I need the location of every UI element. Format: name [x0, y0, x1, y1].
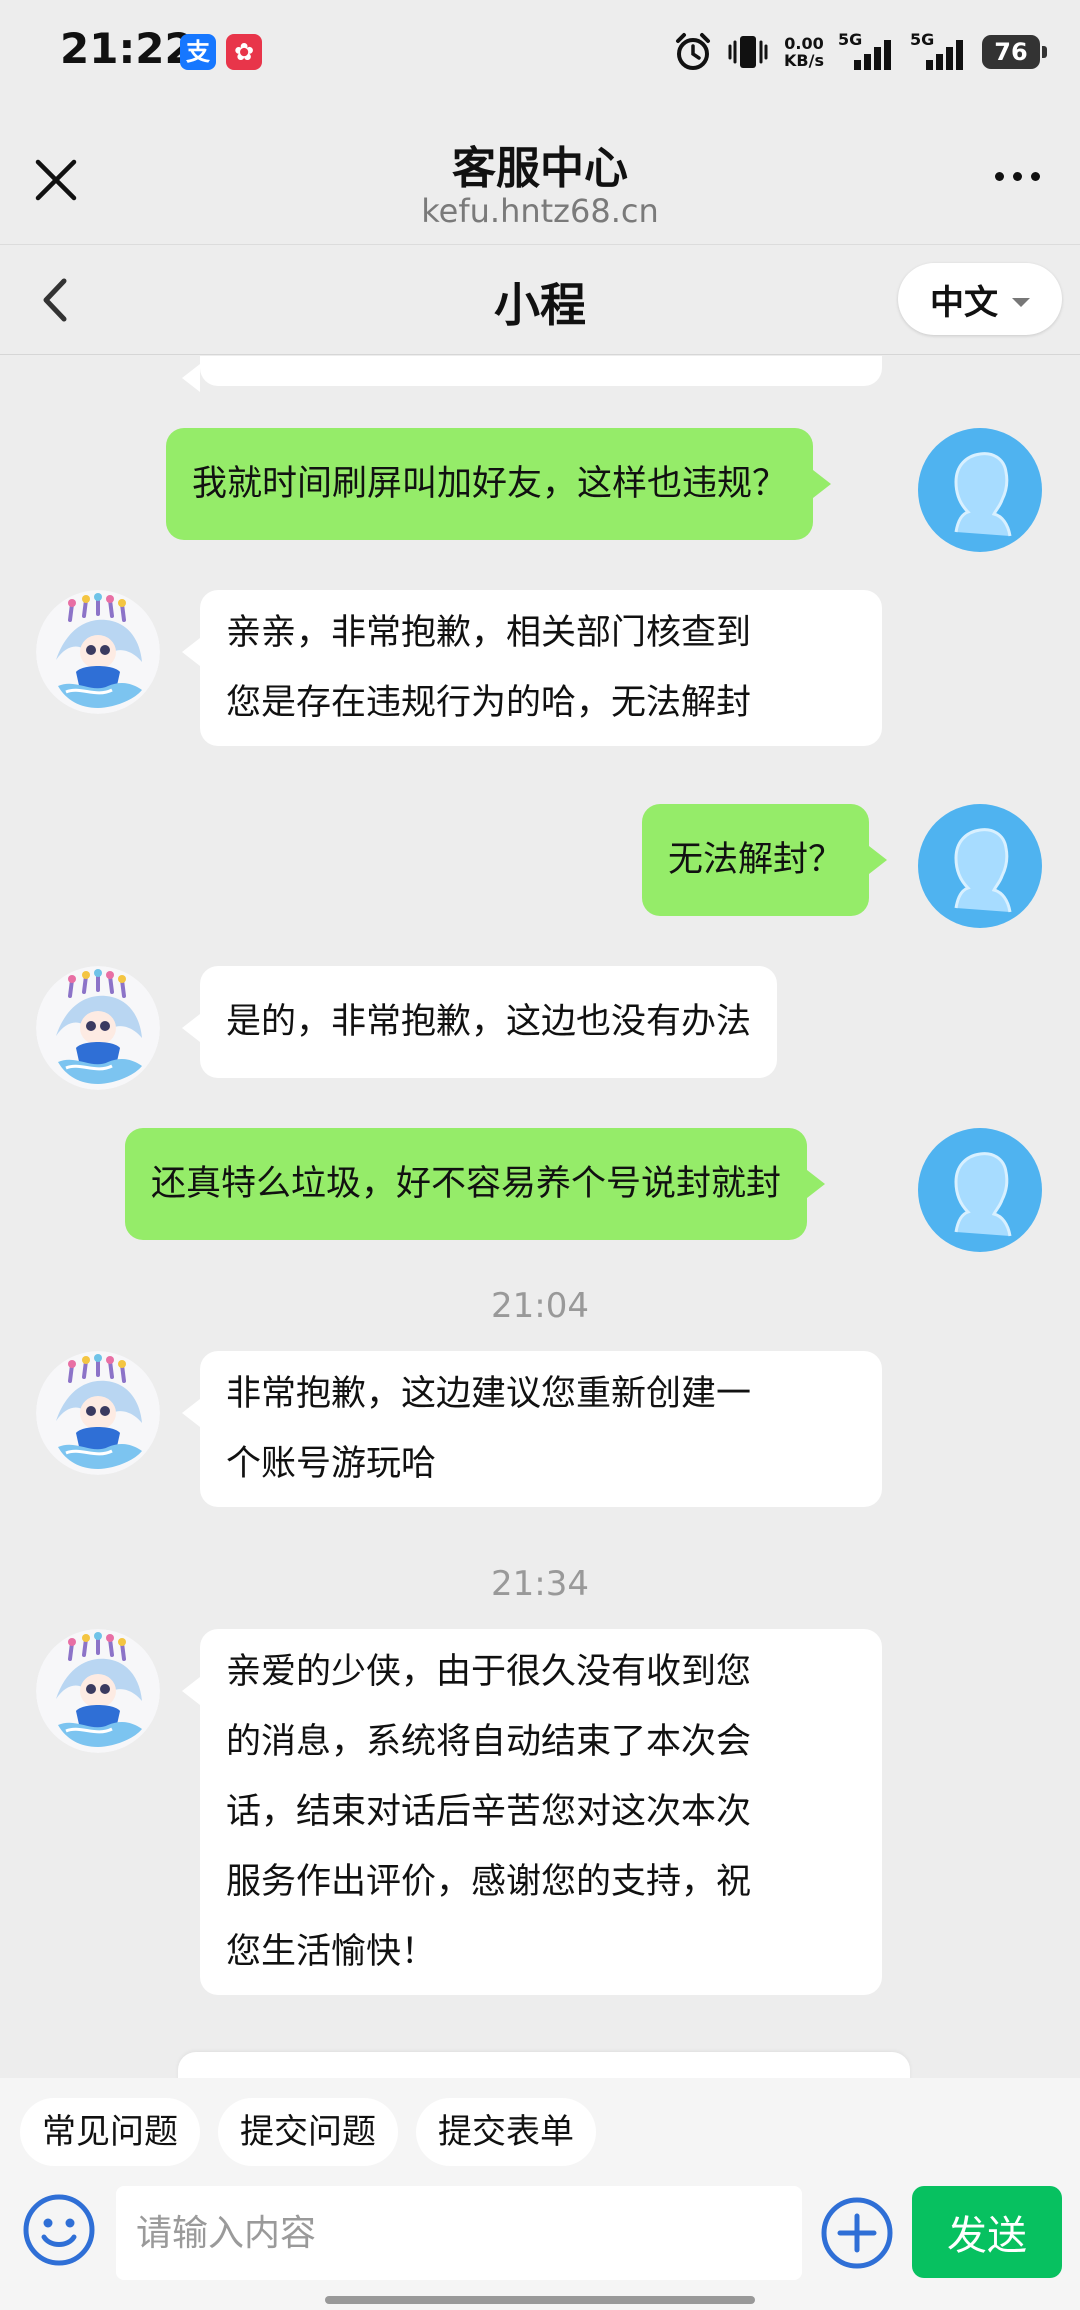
- browser-header: 客服中心 kefu.hntz68.cn: [0, 100, 1080, 245]
- signal-1: 5G: [838, 30, 896, 72]
- message-input[interactable]: [116, 2186, 802, 2280]
- message-line: 个账号游玩哈: [226, 1444, 437, 1484]
- agent-message-bubble: 是的，非常抱歉，这边也没有办法: [181, 966, 778, 1078]
- send-button[interactable]: 发送: [912, 2186, 1062, 2278]
- user-silhouette-icon: [918, 1128, 1042, 1252]
- message-line: 您生活愉快！: [226, 1932, 437, 1972]
- alipay-icon: 支: [180, 34, 216, 70]
- emoji-icon[interactable]: [22, 2193, 96, 2267]
- agent-character-icon: [36, 1629, 160, 1753]
- message-line: 话，结束对话后辛苦您对这次本次: [226, 1792, 752, 1832]
- notification-app-icon: ✿: [226, 34, 262, 70]
- signal-bars-icon: [854, 40, 891, 70]
- message-line: 服务作出评价，感谢您的支持，祝: [226, 1862, 752, 1902]
- message-text: 我就时间刷屏叫加好友，这样也违规？: [192, 464, 788, 504]
- agent-message-bubble: 非常抱歉，这边建议您重新创建一 个账号游玩哈: [182, 1351, 882, 1507]
- net-speed-value: 0.00: [784, 34, 824, 53]
- vibrate-icon: [728, 36, 768, 68]
- quick-reply-faq[interactable]: 常见问题: [20, 2098, 200, 2166]
- signal-bars-icon: [926, 40, 963, 70]
- home-indicator[interactable]: [325, 2296, 755, 2304]
- message-line: 亲爱的少侠，由于很久没有收到您: [226, 1652, 752, 1692]
- user-silhouette-icon: [918, 804, 1042, 928]
- agent-avatar[interactable]: [36, 966, 160, 1090]
- user-silhouette-icon: [918, 428, 1042, 552]
- chat-area[interactable]: 我就时间刷屏叫加好友，这样也违规？ 亲亲，非常抱歉，相关部门核查到 您是存在违规…: [0, 356, 1080, 2078]
- message-line: 亲亲，非常抱歉，相关部门核查到: [226, 613, 752, 653]
- agent-avatar[interactable]: [36, 1351, 160, 1475]
- message-line: 的消息，系统将自动结束了本次会: [226, 1722, 752, 1762]
- quick-reply-submit-question[interactable]: 提交问题: [218, 2098, 398, 2166]
- status-icons: 0.00 KB/s 5G 5G 76: [674, 28, 1047, 76]
- agent-avatar[interactable]: [36, 1629, 160, 1753]
- quick-reply-submit-form[interactable]: 提交表单: [416, 2098, 596, 2166]
- language-label: 中文: [930, 282, 998, 323]
- alarm-icon: [676, 33, 711, 70]
- status-bar: 21:22 支 ✿ 0.00 KB/s 5G 5G 76: [0, 0, 1080, 100]
- user-avatar[interactable]: [918, 804, 1042, 928]
- quick-reply-bar: 常见问题 提交问题 提交表单: [0, 2078, 1080, 2178]
- user-message-bubble: 还真特么垃圾，好不容易养个号说封就封: [125, 1128, 826, 1240]
- user-avatar[interactable]: [918, 1128, 1042, 1252]
- message-line: 您是存在违规行为的哈，无法解封: [226, 683, 752, 723]
- caret-down-icon: [1012, 297, 1030, 307]
- next-message-card: [178, 2052, 910, 2078]
- language-selector[interactable]: 中文: [898, 263, 1062, 335]
- user-message-bubble: 我就时间刷屏叫加好友，这样也违规？: [166, 428, 832, 540]
- net-speed: 0.00 KB/s: [784, 35, 824, 69]
- agent-character-icon: [36, 966, 160, 1090]
- user-avatar[interactable]: [918, 428, 1042, 552]
- net-speed-unit: KB/s: [784, 51, 824, 70]
- agent-message-bubble: 亲亲，非常抱歉，相关部门核查到 您是存在违规行为的哈，无法解封: [182, 590, 882, 746]
- agent-avatar[interactable]: [36, 590, 160, 714]
- agent-character-icon: [36, 590, 160, 714]
- input-bar: 发送: [0, 2178, 1080, 2310]
- add-attachment-icon[interactable]: [820, 2196, 894, 2270]
- message-text: 还真特么垃圾，好不容易养个号说封就封: [151, 1164, 782, 1204]
- page-url: kefu.hntz68.cn: [421, 192, 659, 230]
- page-title: 客服中心: [452, 143, 628, 194]
- message-text: 是的，非常抱歉，这边也没有办法: [226, 1002, 752, 1042]
- more-options-icon[interactable]: [995, 172, 1040, 181]
- message-line: 非常抱歉，这边建议您重新创建一: [226, 1374, 752, 1414]
- previous-message-bubble: [182, 356, 882, 392]
- user-message-bubble: 无法解封？: [642, 804, 888, 916]
- agent-message-bubble: 亲爱的少侠，由于很久没有收到您 的消息，系统将自动结束了本次会 话，结束对话后辛…: [182, 1629, 882, 1995]
- agent-character-icon: [36, 1351, 160, 1475]
- timestamp: 21:34: [491, 1564, 589, 1604]
- signal-2: 5G: [910, 30, 968, 72]
- status-time: 21:22: [60, 24, 194, 73]
- battery-indicator: 76: [982, 35, 1047, 69]
- chat-header: 小程 中文: [0, 245, 1080, 355]
- message-text: 无法解封？: [668, 840, 844, 880]
- timestamp: 21:04: [491, 1286, 589, 1326]
